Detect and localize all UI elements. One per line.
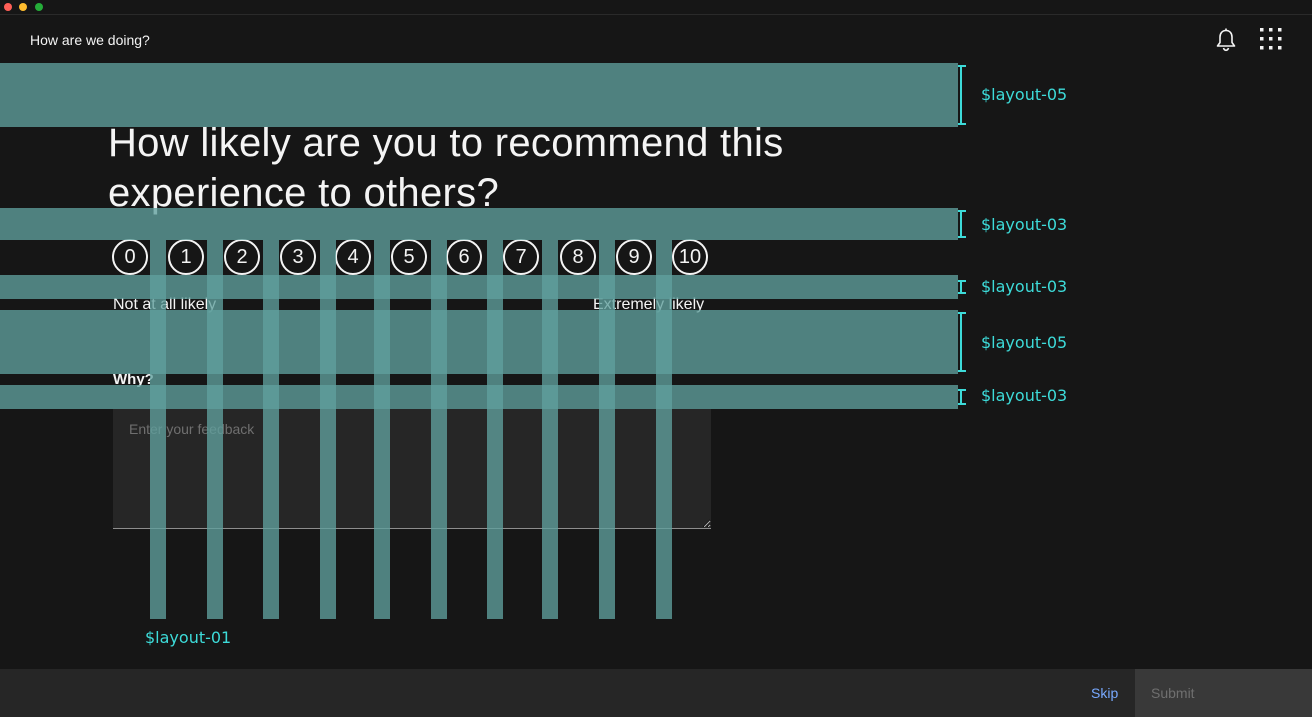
spacing-bracket [958, 312, 966, 372]
rating-button-1[interactable]: 1 [168, 239, 204, 275]
rating-button-2[interactable]: 2 [224, 239, 260, 275]
maximize-window-dot[interactable] [35, 3, 43, 11]
spacing-band-layout-03-question [0, 208, 958, 240]
app-header: How are we doing? [0, 15, 1312, 63]
spacing-label: $layout-03 [981, 215, 1068, 234]
spacing-bracket [958, 210, 966, 238]
spacing-column [656, 240, 672, 619]
footer-bar: Skip Submit [0, 669, 1312, 717]
spacing-bracket [958, 65, 966, 125]
close-window-dot[interactable] [4, 3, 12, 11]
header-title: How are we doing? [30, 32, 150, 48]
rating-button-8[interactable]: 8 [560, 239, 596, 275]
spacing-band-layout-03-textarea [0, 385, 958, 409]
submit-button[interactable]: Submit [1135, 669, 1312, 717]
bell-icon[interactable] [1213, 27, 1239, 53]
spacing-band-layout-05-top [0, 63, 958, 127]
rating-button-4[interactable]: 4 [335, 239, 371, 275]
rating-button-6[interactable]: 6 [446, 239, 482, 275]
spacing-column [431, 240, 447, 619]
spacing-column [374, 240, 390, 619]
app-switcher-grid-icon[interactable] [1258, 27, 1284, 53]
spacing-label: $layout-05 [981, 333, 1068, 352]
spacing-label: $layout-03 [981, 277, 1068, 296]
spacing-label-columns: $layout-01 [145, 628, 232, 647]
spacing-column [150, 240, 166, 619]
rating-button-0[interactable]: 0 [112, 239, 148, 275]
spacing-column [599, 240, 615, 619]
spacing-column [542, 240, 558, 619]
window-titlebar [0, 0, 1312, 15]
rating-button-7[interactable]: 7 [503, 239, 539, 275]
spacing-band-layout-05-why [0, 310, 958, 374]
spacing-column [320, 240, 336, 619]
survey-question: How likely are you to recommend this exp… [108, 121, 784, 215]
skip-button[interactable]: Skip [1091, 685, 1118, 701]
spacing-bracket [958, 280, 966, 294]
spacing-band-layout-03-scale [0, 275, 958, 299]
spacing-column [263, 240, 279, 619]
spacing-column [487, 240, 503, 619]
spacing-label: $layout-05 [981, 85, 1068, 104]
spacing-bracket [958, 389, 966, 405]
rating-button-5[interactable]: 5 [391, 239, 427, 275]
rating-button-10[interactable]: 10 [672, 239, 708, 275]
rating-button-9[interactable]: 9 [616, 239, 652, 275]
feedback-textarea[interactable] [113, 409, 711, 529]
minimize-window-dot[interactable] [19, 3, 27, 11]
spacing-column [207, 240, 223, 619]
rating-button-3[interactable]: 3 [280, 239, 316, 275]
spacing-label: $layout-03 [981, 386, 1068, 405]
